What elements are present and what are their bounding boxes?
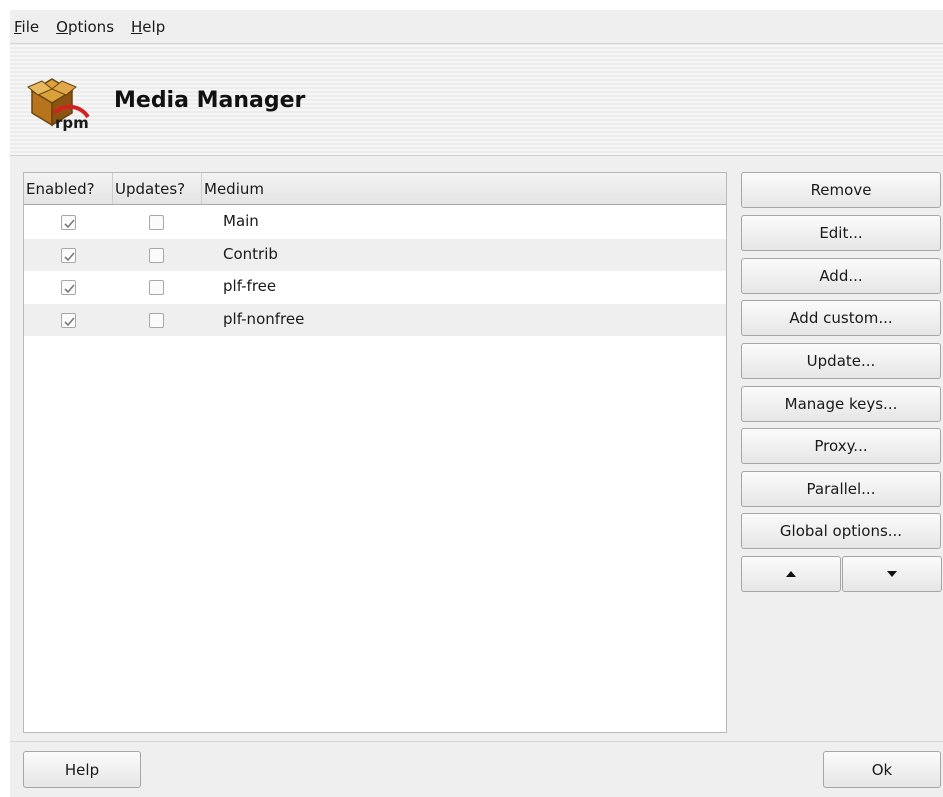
check-icon <box>64 219 75 229</box>
help-button[interactable]: Help <box>23 751 141 788</box>
medium-name: plf-nonfree <box>223 309 305 328</box>
menu-help-label: elp <box>142 17 166 36</box>
list-header: Enabled? Updates? Medium <box>24 173 726 205</box>
proxy-button[interactable]: Proxy... <box>741 428 941 464</box>
medium-name: Contrib <box>223 244 278 263</box>
check-icon <box>64 316 75 326</box>
update-button[interactable]: Update... <box>741 343 941 379</box>
medium-name: plf-free <box>223 277 277 295</box>
enabled-checkbox[interactable] <box>61 312 76 328</box>
column-header-enabled[interactable]: Enabled? <box>24 173 113 204</box>
arrow-up-icon <box>786 571 796 577</box>
column-header-updates[interactable]: Updates? <box>113 173 202 204</box>
check-icon <box>64 251 75 261</box>
arrow-down-icon <box>887 571 897 577</box>
remove-button[interactable]: Remove <box>741 172 941 208</box>
updates-checkbox[interactable] <box>149 280 164 295</box>
rpm-package-icon: rpm <box>27 78 90 131</box>
updates-checkbox[interactable] <box>149 312 164 328</box>
add-button[interactable]: Add... <box>741 258 941 294</box>
move-down-button[interactable] <box>842 556 942 592</box>
table-row[interactable]: Contrib <box>24 238 726 271</box>
menu-options[interactable]: Options <box>56 18 114 36</box>
updates-checkbox[interactable] <box>149 247 164 263</box>
page-title: Media Manager <box>114 88 306 113</box>
menu-options-label: ptions <box>67 17 115 36</box>
menu-file-label: ile <box>21 17 40 36</box>
global-options-button[interactable]: Global options... <box>741 513 941 549</box>
menu-help-mnemonic: H <box>131 17 143 36</box>
media-list[interactable]: Enabled? Updates? Medium Main Contrib pl… <box>23 172 727 733</box>
check-icon <box>64 284 75 294</box>
media-manager-window: File Options Help rpm Media Manager Enab… <box>10 10 943 797</box>
move-up-button[interactable] <box>741 556 841 592</box>
table-row[interactable]: plf-nonfree <box>24 303 726 336</box>
manage-keys-button[interactable]: Manage keys... <box>741 386 941 422</box>
ok-button[interactable]: Ok <box>823 751 941 788</box>
logo-text: rpm <box>55 114 89 131</box>
enabled-checkbox[interactable] <box>61 247 76 263</box>
medium-name: Main <box>223 212 259 230</box>
menu-help[interactable]: Help <box>131 18 165 36</box>
updates-checkbox[interactable] <box>149 215 164 230</box>
table-row[interactable]: Main <box>24 206 726 239</box>
header-banner: rpm Media Manager <box>10 45 943 156</box>
edit-button[interactable]: Edit... <box>741 215 941 251</box>
enabled-checkbox[interactable] <box>61 215 76 230</box>
table-row[interactable]: plf-free <box>24 271 726 304</box>
menu-file-mnemonic: F <box>14 17 22 36</box>
menu-bar: File Options Help <box>10 10 943 44</box>
enabled-checkbox[interactable] <box>61 280 76 295</box>
menu-options-mnemonic: O <box>56 17 68 36</box>
divider <box>10 741 943 742</box>
add-custom-button[interactable]: Add custom... <box>741 300 941 336</box>
menu-file[interactable]: File <box>14 18 39 36</box>
list-rows: Main Contrib plf-free plf-nonfree <box>24 206 726 336</box>
parallel-button[interactable]: Parallel... <box>741 471 941 507</box>
column-header-medium[interactable]: Medium <box>202 173 722 204</box>
